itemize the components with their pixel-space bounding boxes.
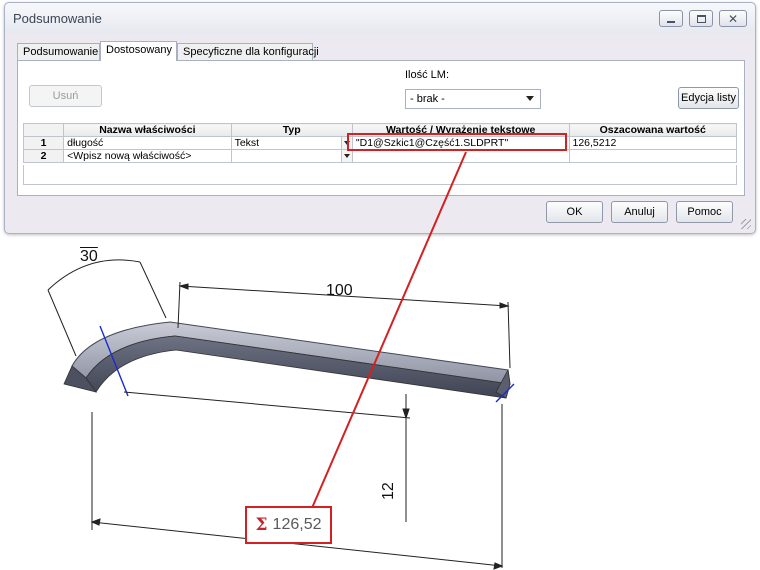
- tab-dostosowany[interactable]: Dostosowany: [100, 41, 177, 61]
- angle-dimension-label: 30: [80, 248, 98, 265]
- sigma-icon: Σ: [255, 515, 268, 535]
- sum-value: 126,52: [272, 516, 322, 533]
- length-dimension-label: 100: [326, 282, 353, 299]
- highlight-connector: [311, 151, 467, 509]
- sum-value-box: Σ 126,52: [245, 506, 332, 544]
- bent-bar-part: [63, 321, 511, 399]
- height-dimension-label: 12: [380, 482, 397, 500]
